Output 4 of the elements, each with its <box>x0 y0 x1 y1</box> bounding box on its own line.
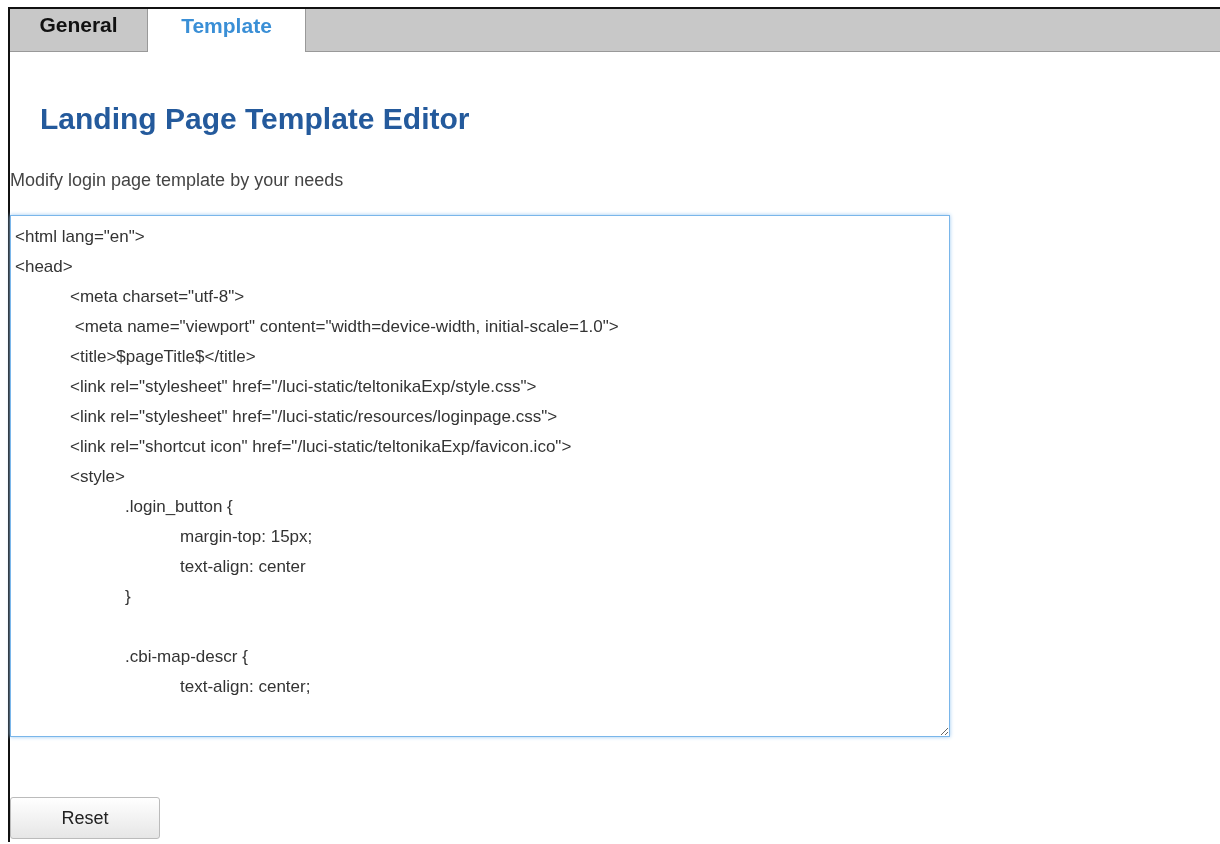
code-editor-field[interactable]: <html lang="en"> <head> <meta charset="utf-8"> <meta name="viewport" content="width=device-width, initial-scale=1.0"> <title>$pageTitle$</title> <link rel="stylesheet" href="/luci-static/teltonikaExp/style.css"> <link rel="stylesheet" href="/luci-static/resources/loginpage.css"> <link rel="shortcut icon" href="/luci-static/teltonikaExp/favicon.ico"> <style> .login_button { margin-top: 15px; text-align: center } .cbi-map-descr { text-align: center; <box>10 215 950 737</box>
reset-button[interactable]: Reset <box>10 797 160 839</box>
description-text: Modify login page template by your needs <box>10 170 345 191</box>
page-heading: Landing Page Template Editor <box>40 102 471 136</box>
